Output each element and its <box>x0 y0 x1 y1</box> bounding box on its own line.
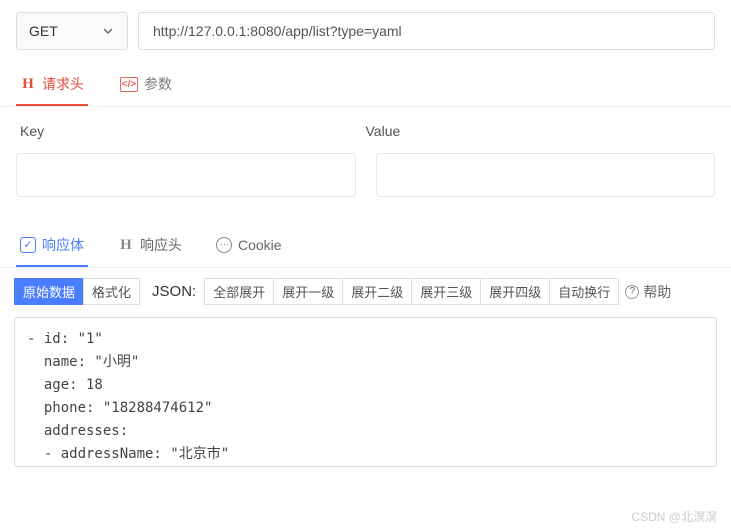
tab-label: Cookie <box>238 237 282 253</box>
http-method-value: GET <box>29 23 58 39</box>
help-label: 帮助 <box>643 282 671 302</box>
url-value: http://127.0.0.1:8080/app/list?type=yaml <box>153 23 402 39</box>
view-mode-group: 原始数据 格式化 <box>14 278 140 305</box>
cookie-icon <box>216 237 232 253</box>
tab-response-cookie[interactable]: Cookie <box>212 229 286 267</box>
tab-request-headers[interactable]: H 请求头 <box>16 68 88 106</box>
expand-2-button[interactable]: 展开二级 <box>342 278 412 305</box>
kv-input-row <box>0 153 731 221</box>
http-method-select[interactable]: GET <box>16 12 128 50</box>
tab-label: 响应体 <box>42 235 84 255</box>
chevron-down-icon <box>103 25 115 37</box>
expand-4-button[interactable]: 展开四级 <box>480 278 550 305</box>
request-tabs: H 请求头 </> 参数 <box>0 58 731 107</box>
kv-value-input[interactable] <box>376 153 716 197</box>
tab-request-params[interactable]: </> 参数 <box>116 68 176 106</box>
format-button[interactable]: 格式化 <box>83 278 140 305</box>
kv-key-input[interactable] <box>16 153 356 197</box>
watermark: CSDN @北溟溟 <box>631 508 717 525</box>
response-body-content[interactable]: - id: "1" name: "小明" age: 18 phone: "182… <box>14 317 717 467</box>
help-icon: ? <box>625 285 639 299</box>
expand-3-button[interactable]: 展开三级 <box>411 278 481 305</box>
expand-1-button[interactable]: 展开一级 <box>273 278 343 305</box>
tab-label: 请求头 <box>42 74 84 94</box>
raw-button[interactable]: 原始数据 <box>14 278 84 305</box>
help-button[interactable]: ? 帮助 <box>625 282 671 302</box>
params-icon: </> <box>120 77 138 92</box>
tab-response-headers[interactable]: H 响应头 <box>114 229 186 267</box>
header-icon: H <box>118 237 134 253</box>
header-icon: H <box>20 76 36 92</box>
url-input[interactable]: http://127.0.0.1:8080/app/list?type=yaml <box>138 12 715 50</box>
expand-all-button[interactable]: 全部展开 <box>204 278 274 305</box>
body-icon <box>20 237 36 253</box>
tab-response-body[interactable]: 响应体 <box>16 229 88 267</box>
wrap-button[interactable]: 自动换行 <box>549 278 619 305</box>
kv-header-row: Key Value <box>0 107 731 153</box>
json-toolbar: 原始数据 格式化 JSON: 全部展开 展开一级 展开二级 展开三级 展开四级 … <box>0 268 731 313</box>
kv-key-label: Key <box>20 123 366 139</box>
kv-value-label: Value <box>366 123 712 139</box>
expand-group: 全部展开 展开一级 展开二级 展开三级 展开四级 自动换行 <box>204 278 619 305</box>
tab-label: 响应头 <box>140 235 182 255</box>
response-tabs: 响应体 H 响应头 Cookie <box>0 221 731 268</box>
json-label: JSON: <box>152 283 196 300</box>
tab-label: 参数 <box>144 74 172 94</box>
